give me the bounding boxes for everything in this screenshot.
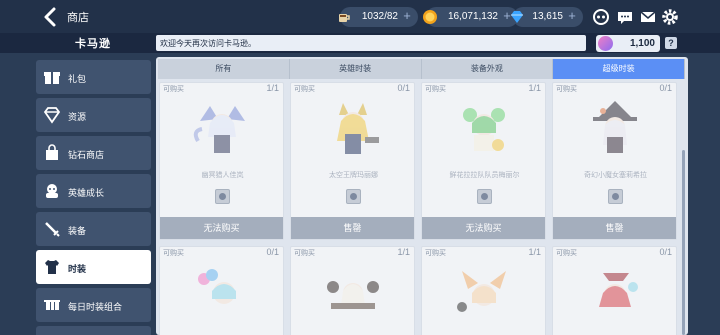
costume-character-art — [457, 271, 506, 312]
chat-icon[interactable] — [616, 8, 634, 26]
costume-card[interactable]: 可购买 1/1 — [421, 246, 546, 335]
gold-coin-icon — [420, 7, 440, 27]
sidebar-item-daily-costume-set[interactable]: 每日时装组合 — [36, 288, 151, 322]
purchase-count: 0/1 — [397, 83, 410, 93]
sidebar-item-label: 英雄成长 — [68, 188, 105, 198]
costume-card[interactable]: 可购买 0/1 — [552, 246, 677, 335]
costume-character-art — [463, 108, 505, 151]
purchase-count: 1/1 — [266, 83, 279, 93]
currency-coffee: 1032/82 + — [339, 7, 418, 27]
cannot-purchase-button[interactable]: 无法购买 — [160, 217, 283, 239]
costume-character-art — [599, 273, 638, 307]
costume-card[interactable]: 可购买 1/1 — [290, 246, 415, 335]
costume-card[interactable]: 可购买 0/1 — [159, 246, 284, 335]
purchasable-tag: 可购买 — [294, 86, 315, 93]
sidebar-item-label: 钻石商店 — [68, 150, 105, 160]
purchase-count: 0/1 — [659, 247, 672, 257]
clothes-rack-icon — [44, 300, 60, 310]
hero-growth-icon — [46, 184, 58, 198]
purchasable-tag: 可购买 — [556, 86, 577, 93]
sidebar-item-equipment[interactable]: 装备 — [36, 212, 151, 246]
purchase-count: 1/1 — [397, 247, 410, 257]
diamond-outline-icon — [43, 107, 61, 124]
sold-out-button[interactable]: 售罄 — [553, 217, 676, 239]
purchase-count: 1/1 — [528, 247, 541, 257]
purchasable-tag: 可购买 — [425, 86, 446, 93]
shop-content-panel: 所有 英雄时装 装备外观 超级时装 可购买 1/1 幽冥猎人佳岚 无法购买 可购… — [156, 57, 688, 335]
mail-icon[interactable] — [639, 8, 657, 26]
costume-tabs: 所有 英雄时装 装备外观 超级时装 — [158, 59, 685, 79]
hero-thumbnail-icon — [477, 189, 492, 204]
costume-character-art — [593, 101, 637, 153]
sidebar-item-packages[interactable]: 礼包 — [36, 60, 151, 94]
purchase-count: 1/1 — [528, 83, 541, 93]
purchasable-tag: 可购买 — [425, 250, 446, 257]
sidebar-item-label: 时装 — [68, 264, 87, 274]
coffee-value: 1032/82 — [361, 11, 398, 22]
purchasable-tag: 可购买 — [556, 250, 577, 257]
costume-character-art — [337, 103, 379, 154]
sidebar-item-costume[interactable]: 时装 — [36, 250, 151, 284]
sidebar-item-label: 礼包 — [68, 74, 87, 84]
sidebar-item-label: 资源 — [68, 112, 87, 122]
purchase-count: 0/1 — [659, 83, 672, 93]
coupon-icon — [598, 36, 613, 51]
costume-name: 奇幻小魔女塞莉希拉 — [584, 172, 647, 179]
gold-value: 16,071,132 — [447, 11, 498, 22]
costume-name: 太空王牌玛丽娜 — [329, 172, 378, 179]
costume-character-art — [327, 281, 379, 309]
purchasable-tag: 可购买 — [163, 250, 184, 257]
cannot-purchase-button[interactable]: 无法购买 — [422, 217, 545, 239]
purchase-count: 0/1 — [266, 247, 279, 257]
costume-card[interactable]: 可购买 0/1 奇幻小魔女塞莉希拉 售罄 — [552, 82, 677, 240]
diamond-icon — [507, 7, 527, 27]
hero-thumbnail-icon — [346, 189, 361, 204]
costume-name: 鲜花拉拉队队员梅丽尔 — [449, 172, 520, 179]
settings-gear-icon[interactable] — [661, 8, 679, 26]
shopping-bag-icon — [46, 144, 58, 160]
tab-hero-costume[interactable]: 英雄时装 — [289, 59, 422, 79]
help-button[interactable]: ? — [665, 37, 677, 49]
hero-thumbnail-icon — [608, 189, 623, 204]
sold-out-button[interactable]: 售罄 — [291, 217, 414, 239]
tab-super-costume[interactable]: 超级时装 — [553, 59, 685, 79]
coupon-value: 1,100 — [629, 38, 655, 49]
coffee-icon — [334, 7, 354, 27]
sidebar-item-resources[interactable]: 资源 — [36, 98, 151, 132]
guild-icon[interactable] — [592, 8, 610, 26]
sidebar-item-diamond-shop[interactable]: 钻石商店 — [36, 136, 151, 170]
costume-name: 幽冥猎人佳岚 — [201, 172, 244, 179]
sidebar-item-partial[interactable] — [36, 326, 151, 335]
currency-diamond: 13,615 + — [511, 7, 583, 27]
diamond-value: 13,615 — [532, 11, 563, 22]
info-bar: 卡马逊 欢迎今天再次访问卡马逊。 1,100 ? — [0, 33, 720, 53]
back-arrow-icon[interactable] — [40, 6, 62, 28]
page-title: 商店 — [67, 12, 89, 24]
costume-card[interactable]: 可购买 1/1 鲜花拉拉队队员梅丽尔 无法购买 — [421, 82, 546, 240]
sword-icon — [45, 222, 60, 237]
sidebar-item-hero-growth[interactable]: 英雄成长 — [36, 174, 151, 208]
top-bar: 商店 1032/82 + 16,071,132 + 13,615 + — [0, 0, 720, 33]
currency-gold: 16,071,132 + — [423, 7, 518, 27]
hero-thumbnail-icon — [215, 189, 230, 204]
tab-equipment-appearance[interactable]: 装备外观 — [421, 59, 554, 79]
costume-card[interactable]: 可购买 1/1 幽冥猎人佳岚 无法购买 — [159, 82, 284, 240]
content-scrollbar[interactable] — [682, 150, 685, 335]
costume-character-art — [193, 106, 245, 153]
purchasable-tag: 可购买 — [163, 86, 184, 93]
add-coffee-button[interactable]: + — [400, 9, 414, 23]
add-diamond-button[interactable]: + — [565, 9, 579, 23]
gift-icon — [44, 72, 60, 84]
tab-all[interactable]: 所有 — [158, 59, 290, 79]
coupon-balance: 1,100 — [596, 35, 660, 52]
shirt-icon — [45, 260, 59, 274]
purchasable-tag: 可购买 — [294, 250, 315, 257]
shop-logo: 卡马逊 — [75, 38, 111, 50]
welcome-message: 欢迎今天再次访问卡马逊。 — [156, 35, 586, 51]
costume-character-art — [198, 269, 236, 304]
sidebar-item-label: 每日时装组合 — [68, 302, 123, 312]
costume-card[interactable]: 可购买 0/1 太空王牌玛丽娜 售罄 — [290, 82, 415, 240]
sidebar-item-label: 装备 — [68, 226, 87, 236]
